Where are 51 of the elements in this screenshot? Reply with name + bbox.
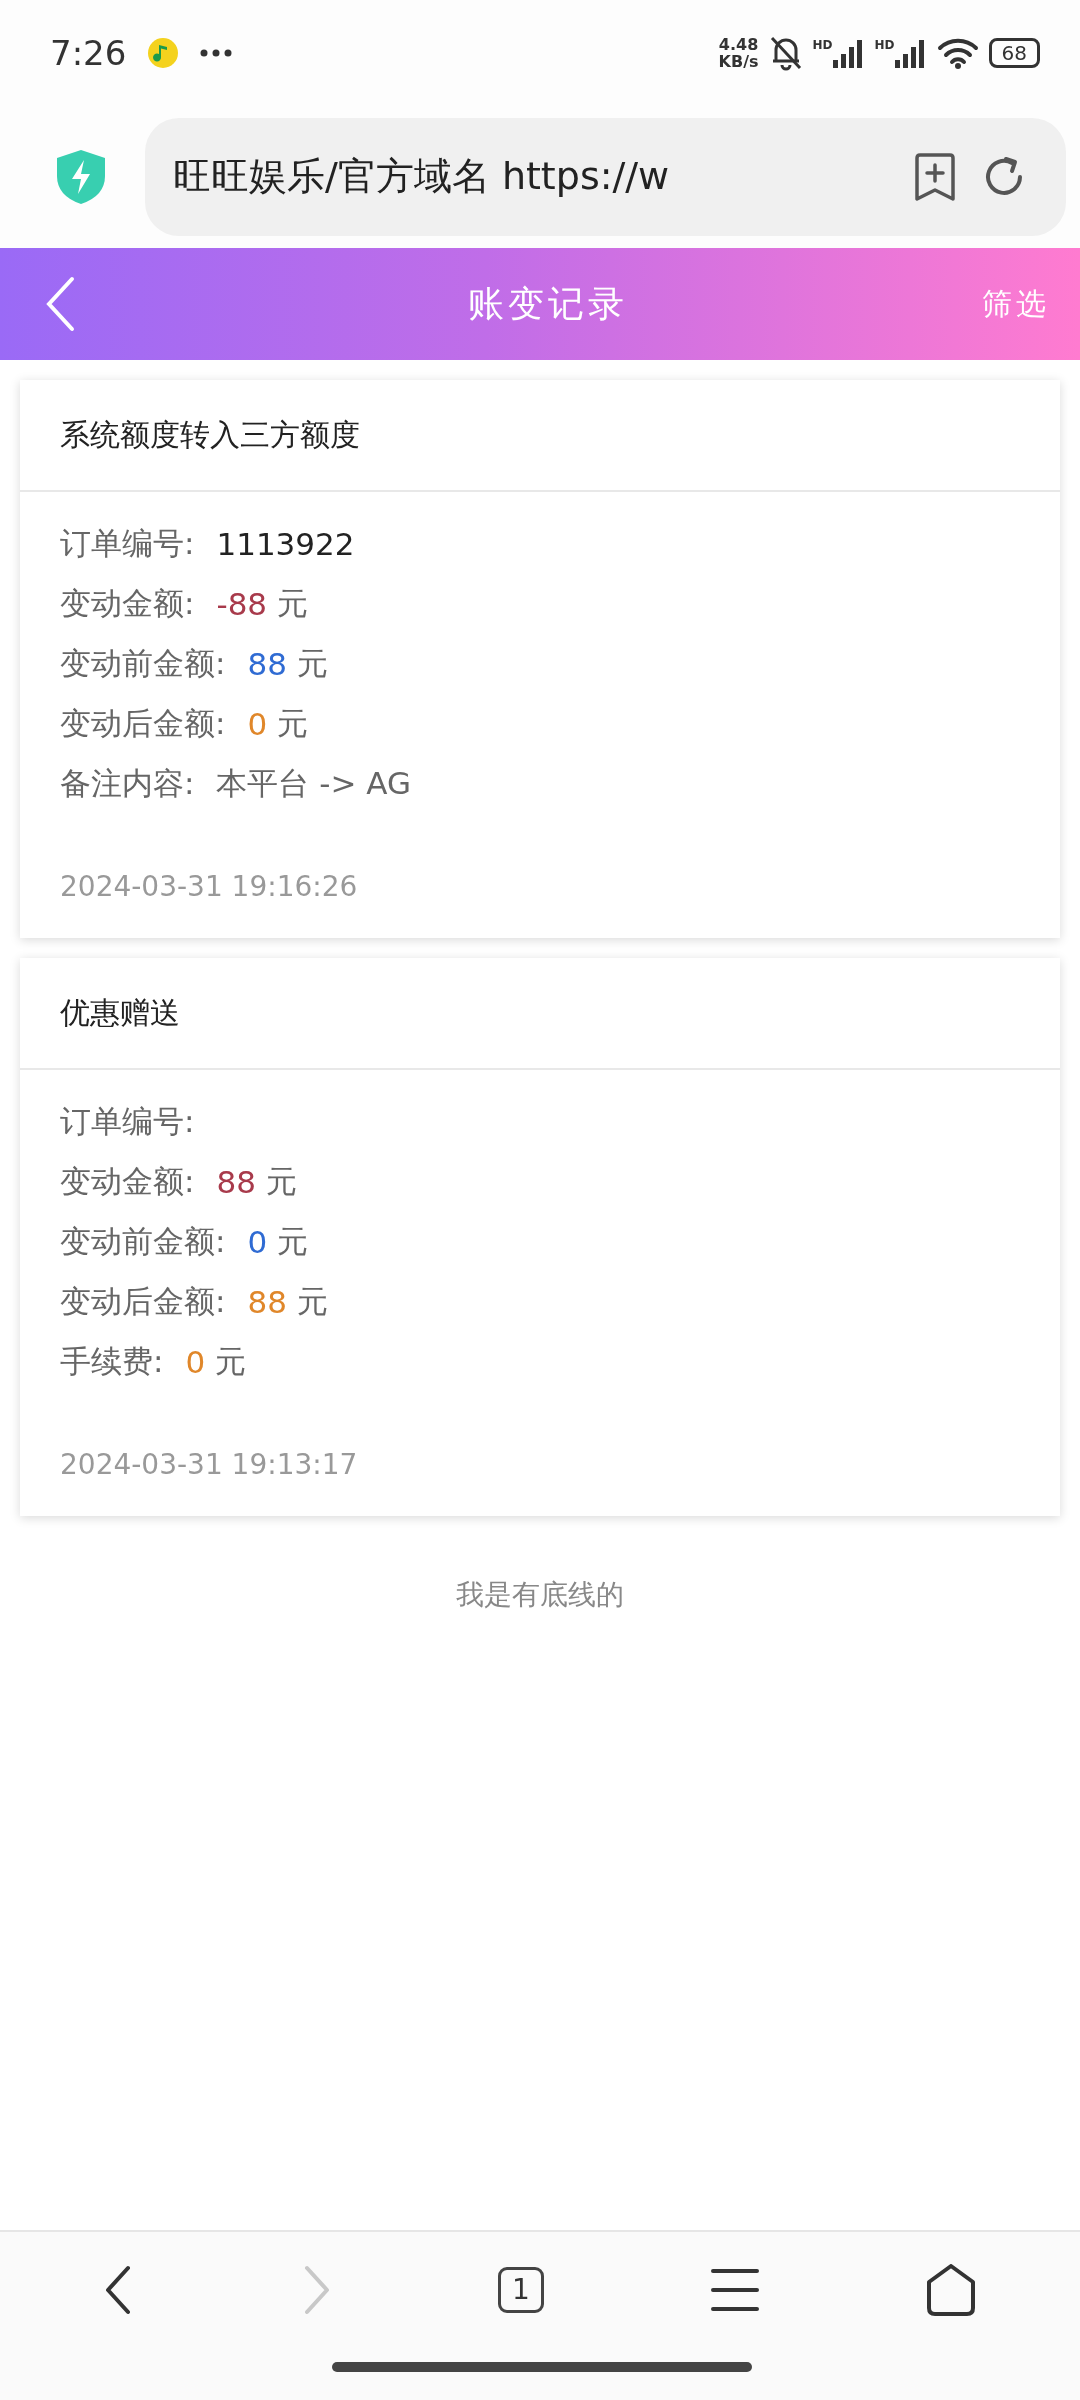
- field-value: 1113922: [216, 526, 355, 562]
- unit-label: 元: [277, 584, 309, 623]
- field-value: -88: [216, 586, 268, 622]
- bookmark-add-icon[interactable]: [914, 151, 956, 202]
- field-label: 订单编号:: [60, 524, 195, 563]
- clock: 7:26: [50, 32, 127, 73]
- back-icon[interactable]: [45, 276, 75, 332]
- field-label: 变动后金额:: [60, 704, 226, 743]
- wifi-icon: [936, 36, 979, 69]
- field-label: 手续费:: [60, 1342, 164, 1381]
- field-value: 0: [185, 1344, 206, 1380]
- battery-level: 68: [988, 37, 1040, 68]
- field-value: 本平台 -> AG: [216, 764, 411, 803]
- home-button[interactable]: [926, 2263, 977, 2316]
- field-label: 订单编号:: [60, 1102, 195, 1141]
- unit-label: 元: [296, 1282, 328, 1321]
- field-label: 变动前金额:: [60, 1222, 226, 1261]
- field-label: 变动前金额:: [60, 644, 226, 683]
- field-label: 变动后金额:: [60, 1282, 226, 1321]
- field-value: 88: [216, 1164, 256, 1200]
- field-label: 变动金额:: [60, 1162, 195, 1201]
- more-icon: [200, 48, 233, 57]
- field-value: 88: [247, 646, 287, 682]
- field-label: 备注内容:: [60, 764, 195, 803]
- music-app-icon: [148, 37, 179, 68]
- field-value: 88: [247, 1284, 287, 1320]
- record-title: 系统额度转入三方额度: [60, 415, 360, 454]
- hd-label: HD: [874, 37, 895, 52]
- address-text: 旺旺娱乐/官方域名 https://w: [173, 153, 671, 200]
- muted-bell-icon: [768, 34, 803, 71]
- shield-icon: [55, 147, 107, 206]
- address-bar[interactable]: 旺旺娱乐/官方域名 https://w: [145, 117, 1066, 236]
- record-time: 2024-03-31 19:16:26: [60, 869, 358, 903]
- page-title: 账变记录: [467, 281, 628, 326]
- field-label: 变动金额:: [60, 584, 195, 623]
- hd-label: HD: [812, 37, 833, 52]
- unit-label: 元: [277, 1222, 309, 1261]
- signal-icon: [832, 37, 865, 68]
- tabs-button[interactable]: 1: [497, 2266, 544, 2313]
- field-value: 0: [247, 1224, 268, 1260]
- network-speed: 4.48 KB/s: [718, 35, 759, 70]
- menu-button[interactable]: [711, 2266, 760, 2313]
- record-title: 优惠赠送: [60, 993, 180, 1032]
- unit-label: 元: [277, 704, 309, 743]
- unit-label: 元: [296, 644, 328, 683]
- unit-label: 元: [265, 1162, 297, 1201]
- record-time: 2024-03-31 19:13:17: [60, 1447, 358, 1481]
- field-value: 0: [247, 706, 268, 742]
- unit-label: 元: [215, 1342, 247, 1381]
- signal-icon: [894, 37, 927, 68]
- end-of-list-note: 我是有底线的: [456, 1578, 624, 1611]
